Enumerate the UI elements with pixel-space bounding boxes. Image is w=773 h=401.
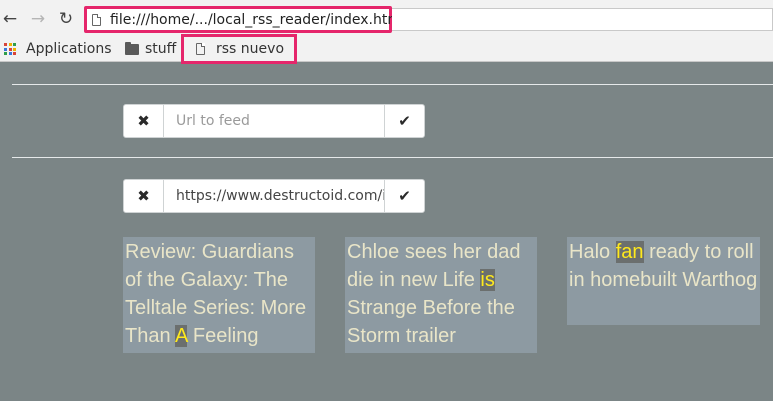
article-card[interactable]: Chloe sees her dad die in new Life is St… bbox=[345, 237, 537, 353]
forward-arrow-icon[interactable]: → bbox=[28, 9, 48, 29]
bookmark-label: Applications bbox=[26, 41, 112, 57]
folder-icon bbox=[125, 41, 139, 55]
article-card[interactable]: Review: Guardians of the Galaxy: The Tel… bbox=[123, 237, 315, 353]
feed-url-input[interactable] bbox=[164, 105, 384, 137]
browser-toolbar: ← → ↻ file:///home/.../local_rss_reader/… bbox=[0, 0, 773, 64]
add-feed-form: ✖ ✔ bbox=[123, 104, 425, 138]
page-icon bbox=[92, 13, 101, 26]
bookmark-label: rss nuevo bbox=[216, 41, 285, 57]
bookmark-label: stuff bbox=[145, 41, 177, 57]
clear-button[interactable]: ✖ bbox=[124, 105, 164, 137]
confirm-button[interactable]: ✔ bbox=[384, 105, 424, 137]
highlighted-word: fan bbox=[615, 241, 644, 263]
apps-grid-icon bbox=[4, 43, 16, 55]
page-icon bbox=[196, 43, 205, 55]
article-card[interactable]: Halo fan ready to roll in homebuilt Wart… bbox=[567, 237, 760, 325]
reload-icon[interactable]: ↻ bbox=[56, 9, 76, 29]
article-title-text: Halo bbox=[569, 241, 616, 263]
bookmark-stuff[interactable]: stuff bbox=[125, 38, 176, 60]
divider bbox=[12, 157, 773, 158]
bookmarks-bar: Applications stuff rss nuevo bbox=[0, 34, 773, 64]
feed-form: ✖ ✔ bbox=[123, 179, 425, 213]
bookmark-rss-nuevo[interactable]: rss nuevo bbox=[181, 34, 297, 64]
remove-feed-button[interactable]: ✖ bbox=[124, 180, 164, 212]
feed-url-field[interactable] bbox=[164, 180, 384, 212]
address-bar[interactable]: file:///home/.../local_rss_reader/index.… bbox=[84, 6, 405, 33]
back-arrow-icon[interactable]: ← bbox=[0, 9, 20, 29]
highlighted-word: is bbox=[480, 269, 495, 291]
highlighted-word: A bbox=[175, 325, 188, 347]
confirm-button[interactable]: ✔ bbox=[384, 180, 424, 212]
article-title-text: Strange Before the Storm trailer bbox=[347, 297, 515, 347]
address-bar-url[interactable]: file:///home/.../local_rss_reader/index.… bbox=[110, 12, 405, 28]
bookmark-applications[interactable]: Applications bbox=[4, 38, 112, 60]
divider bbox=[12, 84, 773, 85]
address-bar-extension[interactable] bbox=[392, 8, 773, 31]
article-title-text: Feeling bbox=[187, 325, 259, 347]
